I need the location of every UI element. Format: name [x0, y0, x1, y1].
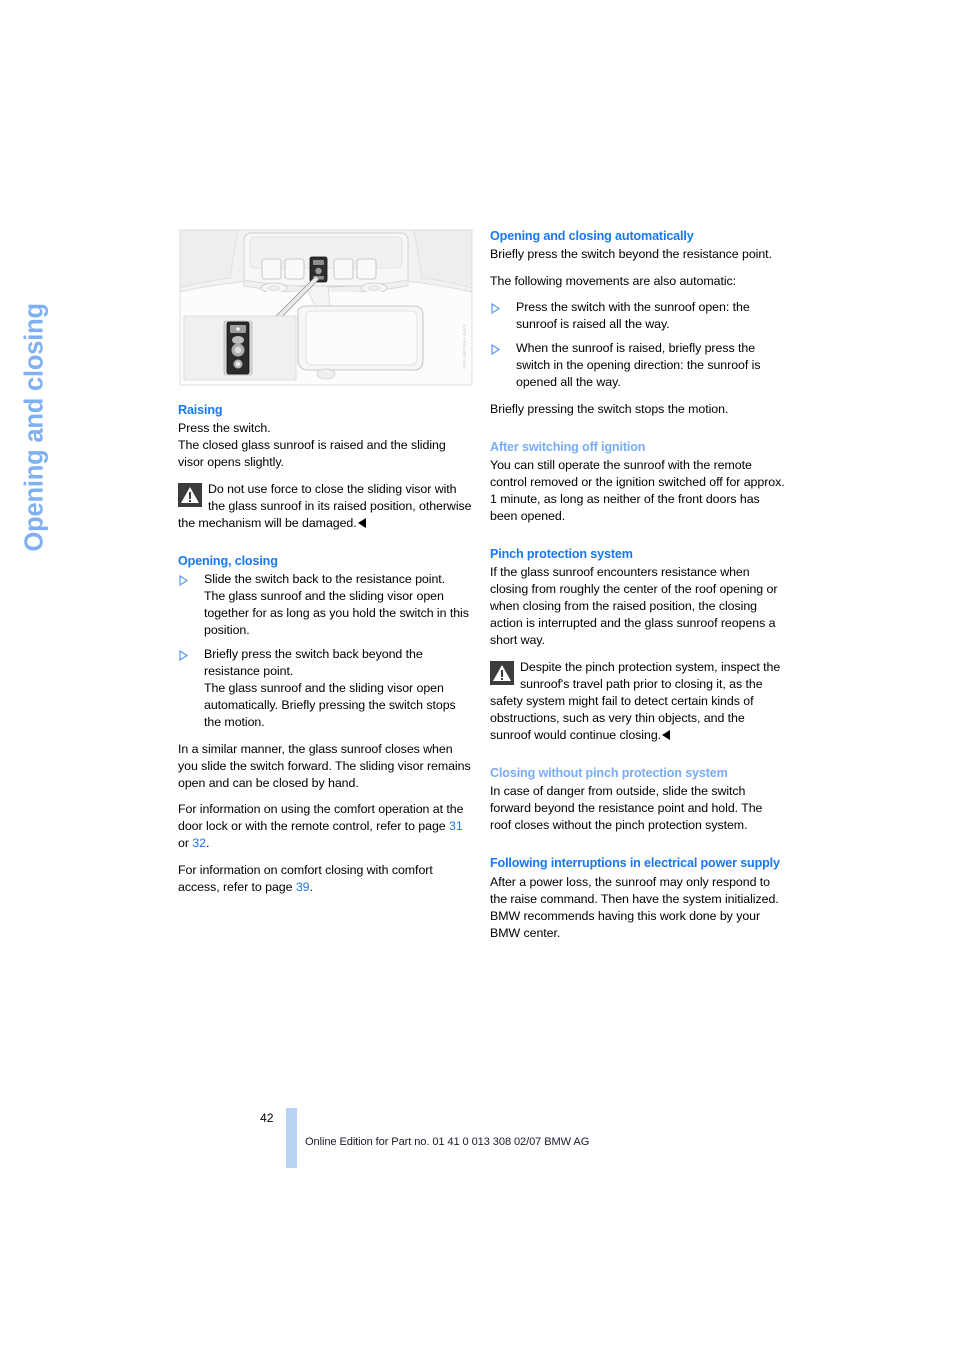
list-item-text: Slide the switch back to the resistance …: [204, 572, 469, 638]
paragraph-similar-manner: In a similar manner, the glass sunroof c…: [178, 741, 471, 790]
paragraph-briefly-press-beyond: Briefly press the switch beyond the resi…: [490, 247, 772, 262]
warning-triangle-icon: [490, 660, 514, 685]
page-ref-31[interactable]: 31: [449, 819, 463, 833]
sunroof-switch-illustration: SAFE-VEHLIMIT-048: [178, 228, 474, 387]
paragraph-still-operate-sunroof: You can still operate the sunroof with t…: [490, 457, 785, 523]
text-run: or: [178, 836, 193, 851]
warning-triangle-icon: [178, 482, 202, 507]
page-ref-39[interactable]: 39: [296, 880, 310, 894]
text-run: .: [205, 836, 210, 851]
triangle-bullet-icon: [179, 649, 189, 661]
paragraph-briefly-pressing-stops: Briefly pressing the switch stops the mo…: [490, 401, 729, 416]
paragraph-danger-from-outside: In case of danger from outside, slide th…: [490, 784, 763, 833]
heading-opening-closing-automatically: Opening and closing automatically: [490, 229, 694, 243]
list-item: Slide the switch back to the resistance …: [178, 571, 474, 639]
triangle-bullet-icon: [491, 343, 501, 355]
triangle-bullet-icon: [491, 302, 501, 315]
heading-pinch-protection-system: Pinch protection system: [490, 546, 633, 561]
chapter-tab: Opening and closing: [0, 215, 70, 555]
text-run: For information on using the comfort ope…: [178, 802, 464, 834]
paragraph-encounters-resistance: If the glass sunroof encounters resistan…: [490, 565, 778, 648]
footer-accent-bar: [286, 1108, 297, 1168]
heading-raising: Raising: [178, 403, 223, 417]
paragraph-comfort-operation: For information on using the comfort ope…: [178, 801, 474, 852]
footer-edition-text: Online Edition for Part no. 01 41 0 013 …: [305, 1136, 590, 1148]
headliner-diagram: [178, 228, 474, 387]
warning-text-sliding-visor: Do not use force to close the sliding vi…: [178, 481, 472, 530]
warning-text-pinch-protection: Despite the pinch protection system, ins…: [490, 659, 781, 743]
list-item: Press the switch with the sunroof open: …: [490, 299, 786, 333]
heading-closing-without-pinch-protection: Closing without pinch protection system: [490, 766, 728, 781]
heading-after-switching-off-ignition: After switching off ignition: [490, 439, 646, 454]
right-column: Opening and closing automatically Briefl…: [490, 228, 786, 951]
page-number: 42: [260, 1111, 274, 1125]
page-footer: 42 Online Edition for Part no. 01 41 0 0…: [178, 1108, 798, 1168]
heading-following-interruptions: Following interruptions in electrical po…: [490, 856, 780, 871]
warning-block-sliding-visor: Do not use force to close the sliding vi…: [178, 481, 474, 532]
list-item-text: When the sunroof is raised, briefly pres…: [516, 340, 761, 389]
figure-id-watermark: SAFE-VEHLIMIT-048: [462, 324, 467, 369]
chapter-title: Opening and closing: [20, 303, 49, 552]
paragraph-following-movements: The following movements are also automat…: [490, 273, 737, 288]
bullet-list-opening-closing: Slide the switch back to the resistance …: [178, 571, 474, 731]
list-item-text: Press the switch with the sunroof open: …: [516, 300, 750, 332]
triangle-bullet-icon: [179, 574, 189, 587]
list-item-text: Briefly press the switch back beyond the…: [204, 646, 456, 730]
warning-end-marker: [662, 730, 671, 741]
paragraph-after-power-loss: After a power loss, the sunroof may only…: [490, 874, 779, 940]
warning-block-pinch-protection: Despite the pinch protection system, ins…: [490, 659, 786, 744]
list-item: Briefly press the switch back beyond the…: [178, 646, 474, 731]
manual-page: Opening and closing SAFE-VEHLIMIT-048 Ra…: [0, 0, 954, 1351]
bullet-list-automatic-movements: Press the switch with the sunroof open: …: [490, 299, 786, 391]
text-run: .: [309, 879, 313, 894]
page-ref-32[interactable]: 32: [192, 836, 206, 850]
paragraph-comfort-closing: For information on comfort closing with …: [178, 862, 474, 896]
list-item: When the sunroof is raised, briefly pres…: [490, 340, 786, 391]
left-column: SAFE-VEHLIMIT-048 Raising Press the swit…: [178, 228, 474, 905]
warning-end-marker: [357, 517, 366, 528]
paragraph-press-switch: Press the switch.: [178, 421, 271, 436]
paragraph-closed-sunroof-raised: The closed glass sunroof is raised and t…: [178, 438, 446, 470]
heading-opening-closing: Opening, closing: [178, 553, 278, 568]
